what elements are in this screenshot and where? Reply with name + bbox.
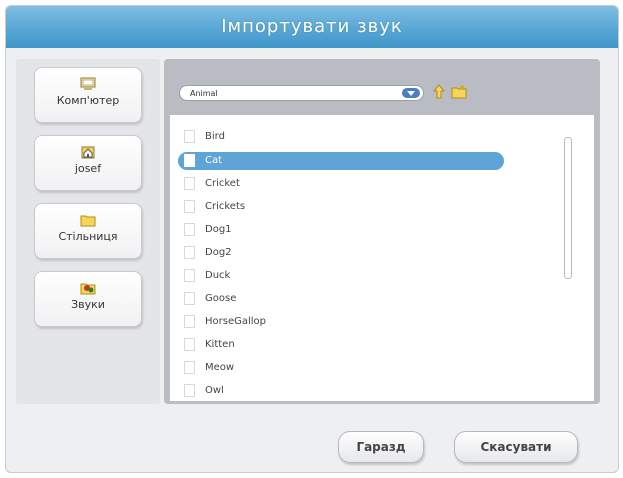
list-item[interactable]: Duck xyxy=(184,267,504,285)
folder-dropdown[interactable]: Animal xyxy=(179,85,424,101)
new-folder-icon[interactable] xyxy=(450,83,468,101)
list-item[interactable]: Crickets xyxy=(184,198,504,216)
file-icon xyxy=(184,291,195,305)
file-icon xyxy=(184,222,195,236)
list-item[interactable]: Dog1 xyxy=(184,221,504,239)
chevron-down-icon[interactable] xyxy=(402,88,420,98)
file-icon xyxy=(184,129,195,143)
file-icon xyxy=(184,176,195,190)
place-sounds-button[interactable]: Звуки xyxy=(34,271,142,327)
home-icon xyxy=(81,146,95,159)
computer-icon xyxy=(80,77,96,90)
list-item[interactable]: Cricket xyxy=(184,175,504,193)
sounds-icon xyxy=(80,283,96,295)
list-item[interactable]: Owl xyxy=(184,382,504,400)
dialog-title: Імпортувати звук xyxy=(6,6,618,48)
browser-toolbar: Animal xyxy=(164,59,600,111)
folder-icon xyxy=(80,215,96,227)
list-item-selected[interactable]: Cat xyxy=(178,152,504,170)
ok-button[interactable]: Гаразд xyxy=(338,431,424,463)
place-computer-button[interactable]: Комп'ютер xyxy=(34,67,142,123)
places-panel: Комп'ютер josef Стільниця Звуки xyxy=(16,59,160,404)
file-icon xyxy=(184,360,195,374)
file-icon xyxy=(184,268,195,282)
place-desktop-label: Стільниця xyxy=(58,230,118,243)
file-icon xyxy=(184,245,195,259)
list-item[interactable]: Goose xyxy=(184,290,504,308)
file-icon xyxy=(184,199,195,213)
up-folder-icon[interactable] xyxy=(430,83,448,101)
list-item[interactable]: Bird xyxy=(184,128,504,146)
file-icon xyxy=(184,314,195,328)
list-item[interactable]: HorseGallop xyxy=(184,313,504,331)
file-icon xyxy=(184,383,195,397)
import-sound-dialog: Імпортувати звук Комп'ютер josef Стільни… xyxy=(5,5,619,473)
vertical-scrollbar[interactable] xyxy=(564,137,572,279)
list-item[interactable]: Dog2 xyxy=(184,244,504,262)
file-list: Bird Cat Cricket Crickets Dog1 Dog2 Duck… xyxy=(170,115,594,401)
file-icon xyxy=(184,153,195,167)
place-sounds-label: Звуки xyxy=(71,298,105,311)
place-computer-label: Комп'ютер xyxy=(56,94,120,107)
place-desktop-button[interactable]: Стільниця xyxy=(34,203,142,259)
place-home-label: josef xyxy=(74,162,102,175)
folder-dropdown-value: Animal xyxy=(190,89,218,98)
place-home-button[interactable]: josef xyxy=(34,135,142,191)
list-item[interactable]: Kitten xyxy=(184,336,504,354)
file-icon xyxy=(184,337,195,351)
cancel-button[interactable]: Скасувати xyxy=(454,431,578,463)
list-item[interactable]: Meow xyxy=(184,359,504,377)
file-browser: Animal Bird Cat Cricket Crickets Dog1 Do… xyxy=(164,59,600,404)
